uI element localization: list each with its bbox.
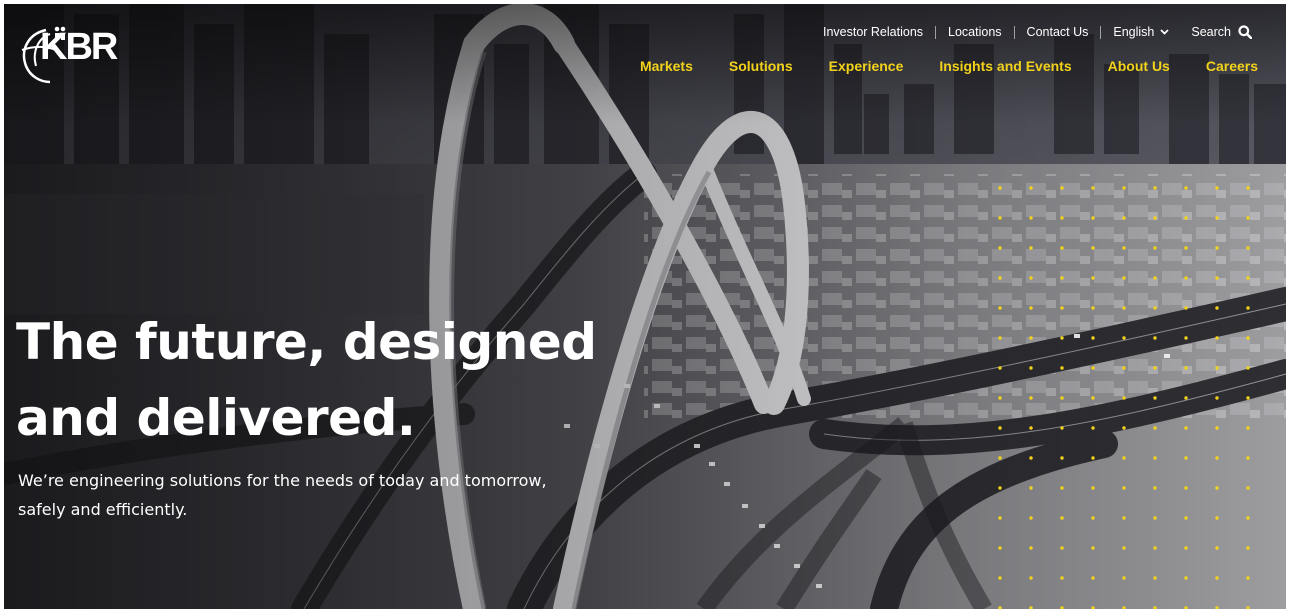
logo-wordmark[interactable]: KBR (40, 26, 118, 69)
nav-markets[interactable]: Markets (640, 58, 693, 74)
divider (1100, 25, 1102, 39)
nav-careers[interactable]: Careers (1206, 58, 1258, 74)
utility-link-locations[interactable]: Locations (948, 25, 1002, 39)
search-label: Search (1191, 25, 1231, 39)
hero-subhead-line-2: safely and efficiently. (18, 500, 188, 519)
divider (935, 25, 937, 39)
search-icon (1238, 25, 1252, 39)
hero-subhead: We’re engineering solutions for the need… (18, 466, 638, 524)
hero-frame: KBR Investor Relations Locations Contact… (4, 4, 1286, 609)
divider (1013, 25, 1015, 39)
hero-headline: The future, designed and delivered. (16, 304, 656, 456)
utility-link-contact-us[interactable]: Contact Us (1027, 25, 1089, 39)
nav-insights-and-events[interactable]: Insights and Events (939, 58, 1071, 74)
hero-headline-line-1: The future, designed (16, 313, 597, 371)
hero-subhead-line-1: We’re engineering solutions for the need… (18, 471, 547, 490)
language-label: English (1113, 25, 1155, 39)
main-nav: Markets Solutions Experience Insights an… (640, 58, 1258, 74)
nav-experience[interactable]: Experience (829, 58, 904, 74)
chevron-down-icon (1160, 29, 1170, 35)
nav-solutions[interactable]: Solutions (729, 58, 793, 74)
search-button[interactable]: Search (1191, 25, 1252, 39)
utility-link-investor-relations[interactable]: Investor Relations (823, 25, 923, 39)
nav-about-us[interactable]: About Us (1108, 58, 1170, 74)
hero-headline-line-2: and delivered. (16, 389, 416, 447)
utility-nav: Investor Relations Locations Contact Us … (823, 22, 1252, 42)
language-selector[interactable]: English (1113, 25, 1170, 39)
